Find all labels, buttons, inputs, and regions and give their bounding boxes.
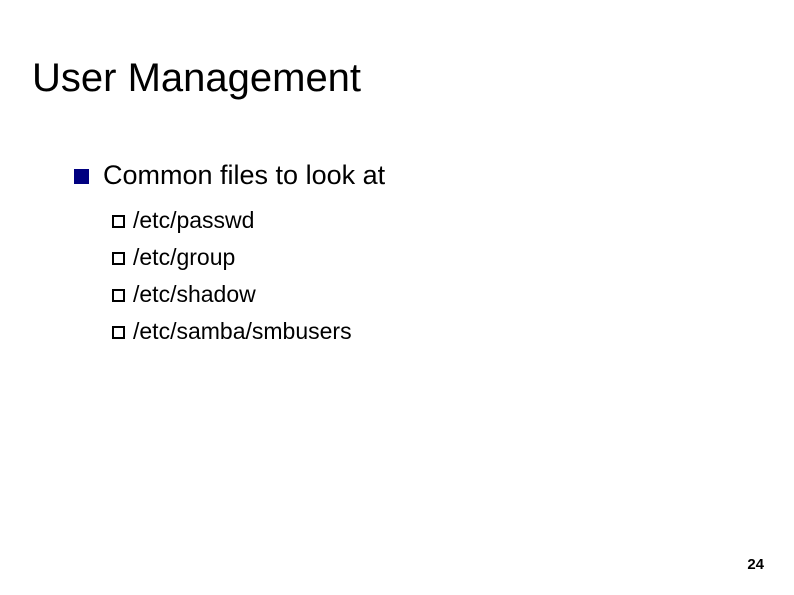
list-item: /etc/passwd xyxy=(112,207,352,234)
slide: User Management Common files to look at … xyxy=(0,0,794,595)
level2-text: /etc/samba/smbusers xyxy=(133,318,352,345)
list-item: /etc/group xyxy=(112,244,352,271)
level2-text: /etc/passwd xyxy=(133,207,254,234)
slide-title: User Management xyxy=(32,56,361,101)
level2-text: /etc/shadow xyxy=(133,281,256,308)
level2-text: /etc/group xyxy=(133,244,235,271)
level1-text: Common files to look at xyxy=(103,160,385,191)
list-item: Common files to look at xyxy=(74,160,385,191)
page-number: 24 xyxy=(747,556,764,573)
bullet-level1: Common files to look at xyxy=(74,160,385,191)
hollow-square-bullet-icon xyxy=(112,215,125,228)
hollow-square-bullet-icon xyxy=(112,326,125,339)
filled-square-bullet-icon xyxy=(74,169,89,184)
hollow-square-bullet-icon xyxy=(112,289,125,302)
bullet-level2: /etc/passwd /etc/group /etc/shadow /etc/… xyxy=(112,207,352,355)
list-item: /etc/shadow xyxy=(112,281,352,308)
hollow-square-bullet-icon xyxy=(112,252,125,265)
list-item: /etc/samba/smbusers xyxy=(112,318,352,345)
